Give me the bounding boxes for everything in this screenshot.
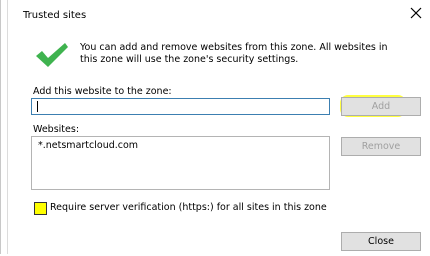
dialog-title: Trusted sites	[23, 10, 87, 21]
zone-info-text: You can add and remove websites from thi…	[80, 42, 425, 66]
zone-info-line1: You can add and remove websites from thi…	[80, 42, 388, 53]
dialog-left-edge	[1, 0, 8, 254]
list-item[interactable]: *.netsmartcloud.com	[38, 140, 138, 151]
trusted-sites-dialog: Trusted sites You can add and remove web…	[0, 0, 429, 254]
close-button[interactable]: Close	[341, 232, 421, 251]
remove-button[interactable]: Remove	[341, 137, 421, 156]
checkmark-icon	[36, 43, 68, 67]
websites-label: Websites:	[33, 124, 80, 135]
zone-info-line2: this zone will use the zone's security s…	[80, 54, 299, 65]
add-website-input[interactable]	[31, 98, 330, 115]
close-icon[interactable]	[408, 5, 424, 21]
require-verification-checkbox[interactable]	[34, 202, 47, 215]
text-caret	[37, 101, 38, 112]
require-verification-label: Require server verification (https:) for…	[50, 202, 327, 213]
add-button[interactable]: Add	[341, 97, 421, 116]
websites-list[interactable]: *.netsmartcloud.com	[31, 136, 330, 190]
add-website-label: Add this website to the zone:	[33, 86, 172, 97]
